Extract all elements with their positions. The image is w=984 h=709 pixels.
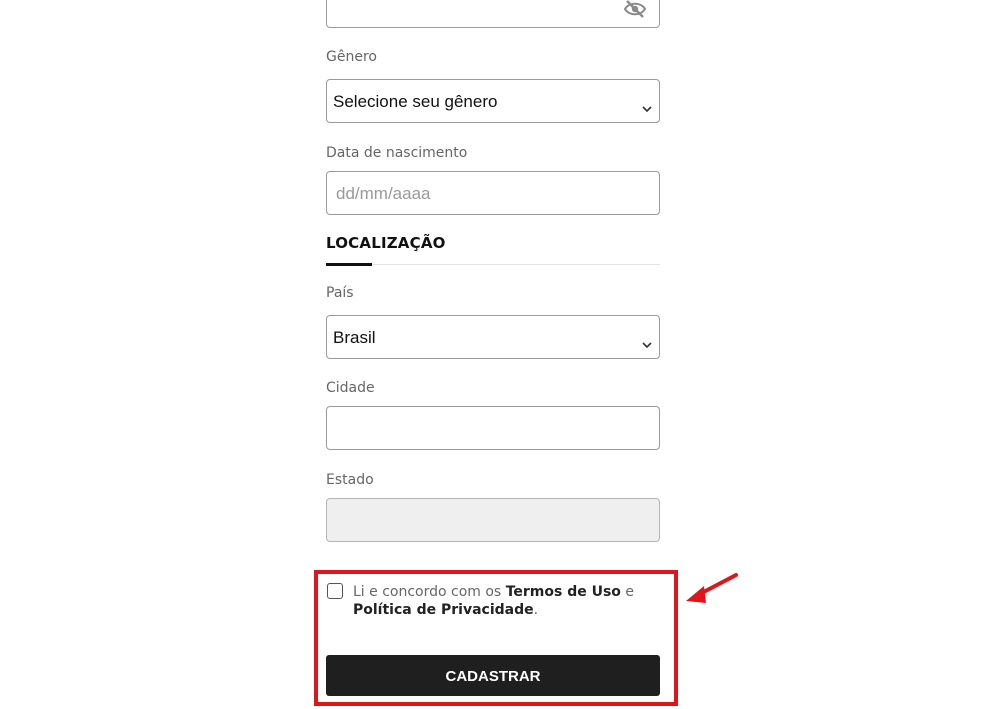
terms-checkbox[interactable]	[327, 583, 343, 599]
pais-select[interactable]: Brasil	[326, 315, 660, 359]
chevron-down-icon	[641, 98, 653, 113]
section-title: LOCALIZAÇÃO	[326, 234, 446, 252]
pais-label: País	[326, 285, 354, 301]
nascimento-input[interactable]: dd/mm/aaaa	[326, 171, 660, 215]
nascimento-placeholder: dd/mm/aaaa	[336, 184, 431, 203]
arrow-icon	[686, 573, 738, 603]
pais-select-value: Brasil	[333, 328, 376, 347]
genero-select[interactable]: Selecione seu gênero	[326, 79, 660, 123]
chevron-down-icon	[641, 334, 653, 349]
cadastrar-button-label: CADASTRAR	[445, 668, 541, 685]
privacy-policy-link[interactable]: Política de Privacidade	[353, 602, 534, 618]
terms-of-use-link[interactable]: Termos de Uso	[506, 584, 621, 600]
terms-suffix: .	[533, 602, 539, 618]
terms-text: Li e concordo com os Termos de Uso e Polí…	[353, 583, 653, 619]
genero-label: Gênero	[326, 49, 377, 65]
cidade-input[interactable]	[326, 406, 660, 450]
terms-prefix: Li e concordo com os	[353, 584, 506, 600]
estado-label: Estado	[326, 472, 374, 488]
nascimento-label: Data de nascimento	[326, 145, 468, 161]
estado-input	[326, 498, 660, 542]
cidade-label: Cidade	[326, 380, 375, 396]
terms-mid: e	[620, 584, 634, 600]
genero-select-value: Selecione seu gênero	[333, 92, 498, 111]
cadastrar-button[interactable]: CADASTRAR	[326, 655, 660, 696]
eye-slash-icon[interactable]	[623, 0, 647, 19]
section-underline	[326, 263, 372, 266]
password-field[interactable]	[326, 0, 660, 28]
section-divider	[326, 264, 660, 265]
